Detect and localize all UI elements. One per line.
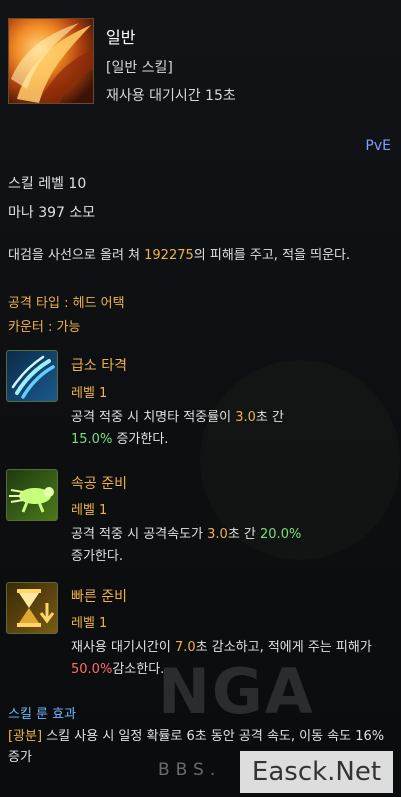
desc-text: 감소한다. <box>112 662 165 677</box>
skill-cooldown: 재사용 대기시간 15초 <box>106 88 236 104</box>
tripod-level: 레벨 1 <box>71 503 108 518</box>
mode-label: PvE <box>365 138 391 154</box>
desc-text: 초 감소하고, 적에게 주는 피해가 <box>195 640 372 655</box>
running-beast-icon <box>6 469 58 521</box>
skill-description: 대검을 사선으로 올려 쳐 192275의 피해를 주고, 적을 띄운다. <box>8 246 393 266</box>
desc-text: 초 간 <box>227 527 261 542</box>
value: 15.0% <box>71 432 113 447</box>
skill-category: [일반 스킬] <box>106 60 173 76</box>
value: 3.0 <box>235 410 256 425</box>
mana-cost: 마나 397 소모 <box>8 205 96 221</box>
tripod-name: 빠른 준비 <box>71 589 127 605</box>
hourglass-icon <box>6 582 58 634</box>
desc-text: 초 간 <box>255 410 284 425</box>
value: 50.0% <box>71 662 113 677</box>
desc-text: 증가한다. <box>112 432 169 447</box>
damage-value: 192275 <box>144 248 194 263</box>
desc-text: 공격 적중 시 공격속도가 <box>71 527 208 542</box>
skill-name: 일반 <box>106 28 136 47</box>
attack-type: 공격 타입 : 헤드 어택 <box>8 296 125 311</box>
rune-effect-description: [광분] 스킬 사용 시 일정 확률로 6초 동안 공격 속도, 이동 속도 1… <box>8 726 393 768</box>
desc-text: 스킬 사용 시 일정 확률로 6초 동안 공격 속도, 이동 속도 16% 증가 <box>8 729 385 765</box>
desc-text: 대검을 사선으로 올려 쳐 <box>8 248 145 263</box>
claw-slash-icon <box>6 350 58 402</box>
desc-text: 공격 적중 시 치명타 적중률이 <box>71 410 236 425</box>
skill-fire-slash-icon <box>8 18 94 104</box>
value: 20.0% <box>260 527 302 542</box>
rune-effect-title: 스킬 룬 효과 <box>8 707 77 722</box>
skill-tooltip: 일반 [일반 스킬] 재사용 대기시간 15초 PvE 스킬 레벨 10 마나 … <box>0 0 401 797</box>
tripod-description: 재사용 대기시간이 7.0초 감소하고, 적에게 주는 피해가 50.0%감소한… <box>71 637 389 681</box>
tripod-level: 레벨 1 <box>71 386 108 401</box>
counter-info: 카운터 : 가능 <box>8 320 81 335</box>
tripod-level: 레벨 1 <box>71 616 108 631</box>
tripod-description: 공격 적중 시 치명타 적중률이 3.0초 간 15.0% 증가한다. <box>71 407 389 451</box>
desc-text: 증가한다. <box>71 549 123 564</box>
skill-level: 스킬 레벨 10 <box>8 176 87 192</box>
tripod-description: 공격 적중 시 공격속도가 3.0초 간 20.0% 증가한다. <box>71 524 389 568</box>
desc-text: 의 피해를 주고, 적을 띄운다. <box>193 248 351 263</box>
desc-text: 재사용 대기시간이 <box>71 640 175 655</box>
tripod-name: 급소 타격 <box>71 358 127 374</box>
rune-name: [광분] <box>8 729 43 744</box>
value: 3.0 <box>207 527 228 542</box>
tripod-name: 속공 준비 <box>71 476 127 492</box>
value: 7.0 <box>174 640 196 655</box>
